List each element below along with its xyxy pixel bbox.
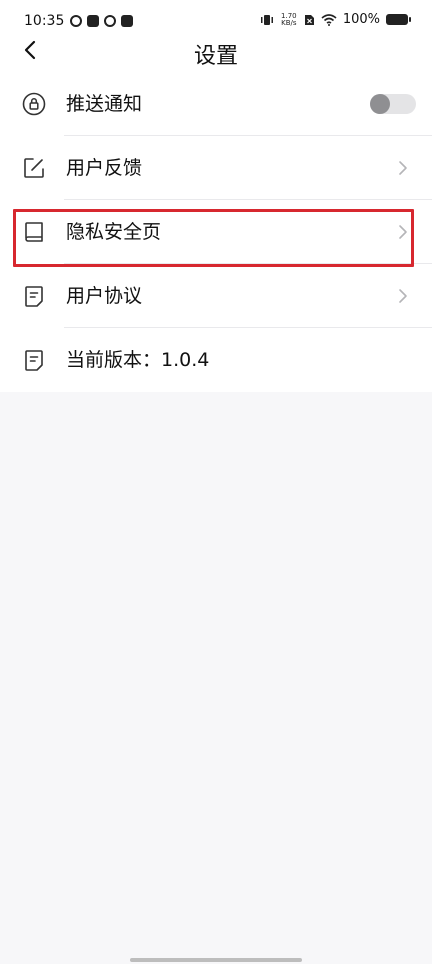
document-icon [25, 286, 43, 307]
vibrate-icon [260, 14, 273, 25]
chevron-right-icon [399, 225, 407, 239]
settings-item-push-notification: 推送通知 [0, 72, 432, 136]
status-time: 10:35 [24, 13, 65, 29]
push-notification-toggle[interactable] [370, 94, 416, 114]
lock-circle-icon [22, 92, 46, 116]
chevron-right-icon [399, 289, 407, 303]
app-notification-icon [70, 15, 82, 27]
sim-icon [304, 14, 314, 25]
settings-item-label: 用户反馈 [66, 157, 143, 179]
settings-item-label: 用户协议 [66, 285, 143, 307]
settings-item-label: 隐私安全页 [66, 221, 162, 243]
tiktok-icon [121, 15, 133, 27]
edit-icon [24, 158, 44, 178]
version-label: 当前版本：1.0.4 [66, 349, 210, 371]
settings-item-feedback[interactable]: 用户反馈 [0, 136, 432, 200]
header: 设置 [0, 32, 432, 72]
settings-item-privacy[interactable]: 隐私安全页 [0, 200, 432, 264]
home-indicator[interactable] [130, 958, 302, 962]
settings-item-version: 当前版本：1.0.4 [0, 328, 432, 392]
app-notification-icon [104, 15, 116, 27]
settings-list: 推送通知 用户反馈 隐私安全页 用户协议 当前版本：1.0.4 [0, 72, 432, 392]
battery-icon [386, 14, 411, 25]
status-bar: 10:35 1.70 KB/s 100% [0, 0, 432, 32]
status-right: 1.70 KB/s 100% [260, 12, 411, 27]
notification-icons [70, 15, 133, 27]
network-speed: 1.70 KB/s [280, 12, 298, 27]
document-icon [25, 350, 43, 371]
page-title: 设置 [193, 44, 238, 69]
chevron-right-icon [399, 161, 407, 175]
battery-percent: 100% [342, 12, 380, 27]
toggle-knob [370, 94, 390, 114]
network-speed-unit: KB/s [281, 18, 297, 27]
wifi-icon [321, 13, 337, 26]
app-notification-icon [87, 15, 99, 27]
book-icon [25, 222, 43, 242]
settings-item-user-agreement[interactable]: 用户协议 [0, 264, 432, 328]
settings-item-label: 推送通知 [66, 93, 143, 115]
